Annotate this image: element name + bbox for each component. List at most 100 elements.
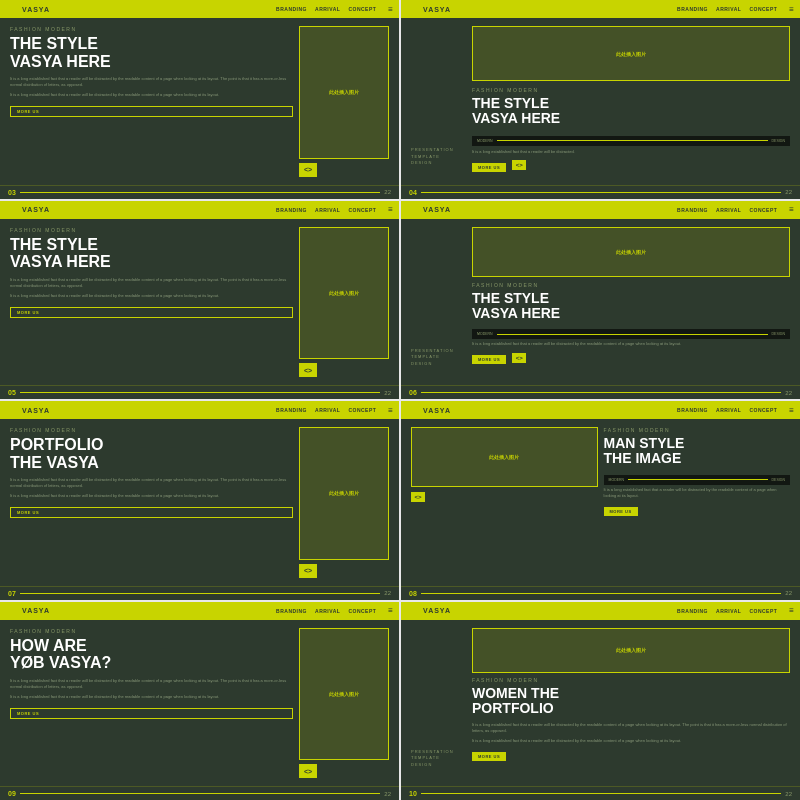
slide-header-08: VASYA BRANDING ARRIVAL CONCEPT ≡	[401, 401, 800, 419]
menu-icon[interactable]: ≡	[789, 406, 794, 415]
nav-branding[interactable]: BRANDING	[276, 6, 307, 12]
title-line1: THE STYLE	[472, 291, 790, 306]
nav-arrival[interactable]: ARRIVAL	[716, 608, 741, 614]
slide-content-07: FASHION MODERN PORTFOLIO THE VASYA It is…	[0, 419, 399, 586]
menu-icon[interactable]: ≡	[789, 606, 794, 615]
nav-branding[interactable]: BRANDING	[677, 608, 708, 614]
nav-arrival[interactable]: ARRIVAL	[716, 407, 741, 413]
nav-branding[interactable]: BRANDING	[276, 407, 307, 413]
slide-number: 10	[409, 790, 417, 797]
slide-header-09: VASYA BRANDING ARRIVAL CONCEPT ≡	[0, 602, 399, 620]
header-diamond-icon	[4, 404, 15, 415]
nav-concept[interactable]: CONCEPT	[348, 407, 376, 413]
content-layout: FASHION MODERN PORTFOLIO THE VASYA It is…	[10, 427, 389, 578]
image-placeholder: 此处插入图片	[472, 26, 790, 81]
title-line1: HOW ARE	[10, 637, 293, 655]
menu-icon[interactable]: ≡	[388, 205, 393, 214]
more-button[interactable]: MORE US	[472, 355, 506, 364]
slide-title: THE STYLE VASYA HERE	[10, 236, 293, 271]
nav-concept[interactable]: CONCEPT	[749, 207, 777, 213]
body-text: It is a long established fact that a rea…	[472, 341, 790, 347]
nav-branding[interactable]: BRANDING	[677, 207, 708, 213]
slide-title: THE STYLE VASYA HERE	[472, 291, 790, 322]
body-text-2: It is a long established fact that a rea…	[10, 293, 293, 299]
slide-number: 07	[8, 590, 16, 597]
header-nav: BRANDING ARRIVAL CONCEPT	[276, 6, 376, 12]
code-icon: <>	[512, 353, 526, 363]
menu-icon[interactable]: ≡	[388, 606, 393, 615]
header-diamond-icon	[405, 404, 416, 415]
body-text: It is a long established fact that a rea…	[604, 487, 791, 499]
slide-divider	[421, 192, 782, 193]
nav-branding[interactable]: BRANDING	[276, 608, 307, 614]
slide-title: MAN STYLE THE IMAGE	[604, 436, 791, 467]
nav-concept[interactable]: CONCEPT	[348, 207, 376, 213]
more-button[interactable]: MORE US	[472, 163, 506, 172]
body-text-1: It is a long established fact that a rea…	[10, 76, 293, 88]
presentation-label-area: PRESENTATION TEMPLATE DESIGN	[411, 26, 466, 177]
title-line1: THE STYLE	[10, 236, 293, 254]
nav-branding[interactable]: BRANDING	[677, 6, 708, 12]
title-line1: THE STYLE	[10, 35, 293, 53]
menu-icon[interactable]: ≡	[388, 406, 393, 415]
design-label: DESIGN	[772, 332, 785, 336]
slide-divider	[20, 593, 381, 594]
more-button[interactable]: MORE US	[10, 106, 293, 117]
nav-arrival[interactable]: ARRIVAL	[315, 6, 340, 12]
body-text-1: It is a long established fact that a rea…	[10, 477, 293, 489]
body-text-2: It is a long established fact that a rea…	[472, 738, 790, 744]
slide-divider	[421, 593, 782, 594]
more-button[interactable]: MORE US	[472, 752, 506, 761]
nav-arrival[interactable]: ARRIVAL	[716, 207, 741, 213]
code-icon: <>	[512, 160, 526, 170]
menu-icon[interactable]: ≡	[388, 5, 393, 14]
more-button[interactable]: MORE US	[604, 507, 638, 516]
slide-header-04: VASYA BRANDING ARRIVAL CONCEPT ≡	[401, 0, 800, 18]
nav-concept[interactable]: CONCEPT	[348, 6, 376, 12]
title-line1: THE STYLE	[472, 96, 790, 111]
nav-concept[interactable]: CONCEPT	[749, 407, 777, 413]
nav-concept[interactable]: CONCEPT	[749, 6, 777, 12]
nav-arrival[interactable]: ARRIVAL	[315, 407, 340, 413]
nav-concept[interactable]: CONCEPT	[348, 608, 376, 614]
menu-icon[interactable]: ≡	[789, 205, 794, 214]
image-placeholder: 此处插入图片	[472, 628, 790, 673]
image-placeholder: 此处插入图片	[472, 227, 790, 277]
slide-content-04: PRESENTATION TEMPLATE DESIGN 此处插入图片 FASH…	[401, 18, 800, 185]
body-text-1: It is a long established fact that a rea…	[10, 678, 293, 690]
nav-concept[interactable]: CONCEPT	[749, 608, 777, 614]
code-icon: <>	[299, 363, 317, 377]
nav-arrival[interactable]: ARRIVAL	[315, 608, 340, 614]
slide-number: 08	[409, 590, 417, 597]
slide-03: VASYA BRANDING ARRIVAL CONCEPT ≡ FASHION…	[0, 0, 399, 199]
image-label: 此处插入图片	[616, 249, 646, 255]
more-button[interactable]: MORE US	[10, 307, 293, 318]
more-button[interactable]: MORE US	[10, 507, 293, 518]
body-text-2: It is a long established fact that a rea…	[10, 92, 293, 98]
slide-number: 03	[8, 189, 16, 196]
header-nav: BRANDING ARRIVAL CONCEPT	[276, 407, 376, 413]
nav-arrival[interactable]: ARRIVAL	[716, 6, 741, 12]
image-label: 此处插入图片	[489, 454, 519, 460]
menu-icon[interactable]: ≡	[789, 5, 794, 14]
content-right: 此处插入图片 <>	[299, 227, 389, 378]
slide-total: 22	[384, 390, 391, 396]
image-label: 此处插入图片	[329, 290, 359, 296]
presentation-label-area: PRESENTATION TEMPLATE DESIGN	[411, 227, 466, 378]
header-logo: VASYA	[22, 607, 50, 614]
main-content: 此处插入图片 FASHION MODERN WOMEN THE PORTFOLI…	[472, 628, 790, 779]
image-placeholder: 此处插入图片	[299, 427, 389, 560]
header-nav: BRANDING ARRIVAL CONCEPT	[276, 207, 376, 213]
header-diamond-icon	[405, 605, 416, 616]
title-line2: PORTFOLIO	[472, 701, 790, 716]
content-left: FASHION MODERN PORTFOLIO THE VASYA It is…	[10, 427, 293, 578]
nav-branding[interactable]: BRANDING	[677, 407, 708, 413]
slide-header-07: VASYA BRANDING ARRIVAL CONCEPT ≡	[0, 401, 399, 419]
body-text-2: It is a long established fact that a rea…	[10, 493, 293, 499]
more-button[interactable]: MORE US	[10, 708, 293, 719]
content-right: 此处插入图片 <>	[299, 427, 389, 578]
nav-branding[interactable]: BRANDING	[276, 207, 307, 213]
slide-total: 22	[384, 189, 391, 195]
header-logo: VASYA	[423, 607, 451, 614]
nav-arrival[interactable]: ARRIVAL	[315, 207, 340, 213]
